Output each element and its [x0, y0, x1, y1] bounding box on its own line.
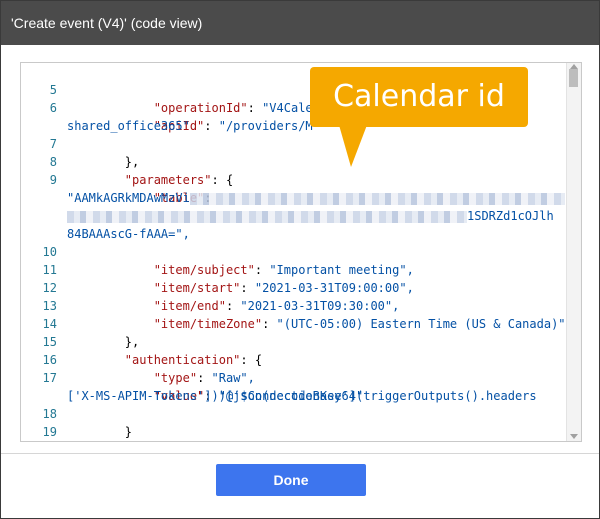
line-number: 20 [21, 441, 57, 442]
vertical-scrollbar[interactable] [566, 63, 581, 441]
code-line-wrap: ['X-MS-APIM-Tokens']))['$ConnectionKey']… [21, 369, 566, 403]
code-line: 11 "item/start": "2021-03-31T09:00:00", [21, 243, 566, 295]
done-button[interactable]: Done [216, 464, 366, 496]
code-line: 13 "item/timeZone": "(UTC-05:00) Eastern… [21, 279, 566, 331]
callout-pointer [339, 125, 367, 167]
code-line: 9 "table": [21, 153, 566, 205]
code-line: 20 } [21, 423, 566, 441]
dialog-titlebar: 'Create event (V4)' (code view) [1, 1, 599, 45]
callout-text: Calendar id [333, 79, 505, 114]
code-line-wrap: 1SDRZd1cOJlh [21, 189, 566, 223]
dialog-title: 'Create event (V4)' (code view) [11, 15, 203, 31]
code-line: 19 } [21, 405, 566, 439]
code-line: 16 "type": "Raw", [21, 333, 566, 385]
code-view-dialog: 'Create event (V4)' (code view) 5 "opera… [0, 0, 600, 519]
code-line: 8 "parameters": { [21, 135, 566, 187]
code-line: 18 } [21, 387, 566, 439]
code-line-wrap: "AAMkAGRkMDAwMzVi [21, 171, 566, 205]
footer-divider [1, 453, 599, 454]
code-line: 14 }, [21, 297, 566, 349]
code-line: 15 "authentication": { [21, 315, 566, 367]
scrollbar-thumb[interactable] [569, 69, 578, 87]
code-line: 10 "item/subject": "Important meeting", [21, 225, 566, 277]
code-line: 17 "value": "@json(decodeBase64(triggerO… [21, 351, 566, 403]
calendar-id-callout: Calendar id [310, 67, 528, 127]
code-line-wrap: 84BAAAscG-fAAA=", [21, 207, 566, 241]
scroll-down-arrow-icon[interactable] [570, 434, 578, 439]
code-line: 12 "item/end": "2021-03-31T09:30:00", [21, 261, 566, 313]
